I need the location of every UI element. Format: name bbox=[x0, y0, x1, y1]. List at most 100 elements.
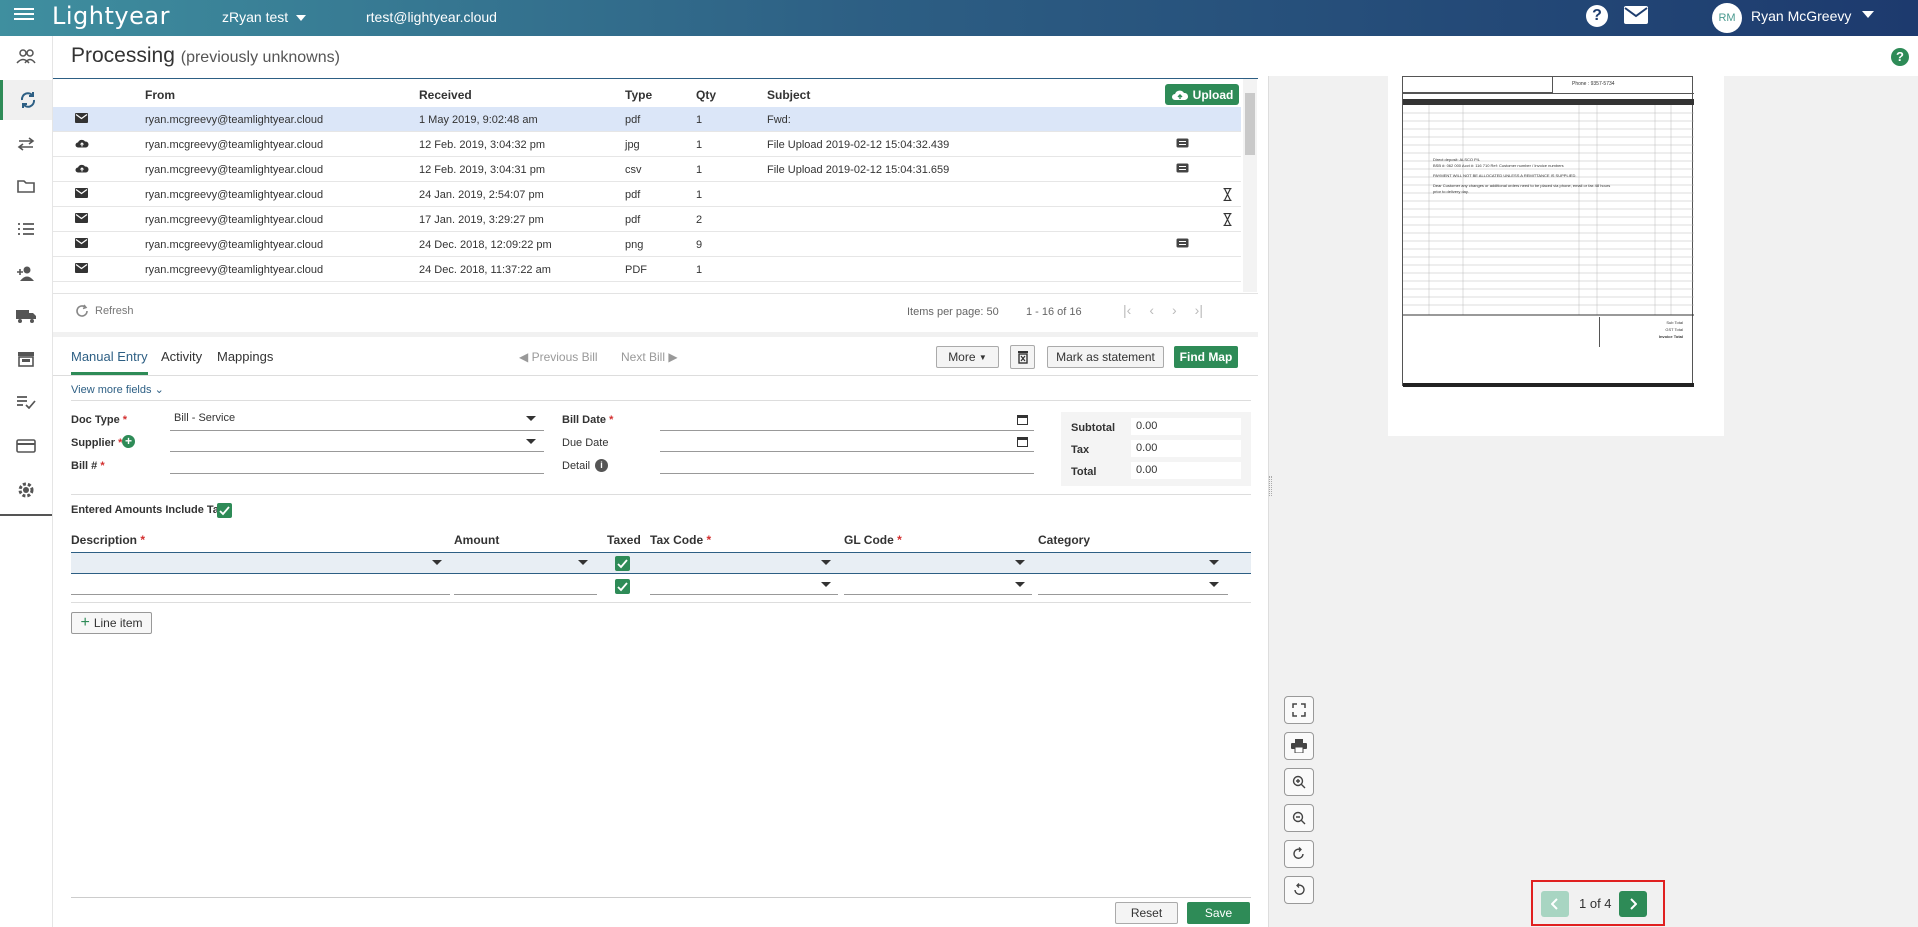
notes-icon[interactable] bbox=[1176, 238, 1189, 251]
list-icon[interactable] bbox=[0, 209, 52, 249]
zoom-out-button[interactable] bbox=[1284, 804, 1314, 832]
detail-input[interactable] bbox=[660, 473, 1034, 474]
next-page-button[interactable] bbox=[1619, 891, 1647, 917]
table-row[interactable]: ryan.mcgreevy@teamlightyear.cloud 24 Dec.… bbox=[53, 257, 1241, 282]
contacts-icon[interactable] bbox=[0, 36, 52, 76]
save-button[interactable]: Save bbox=[1187, 902, 1250, 924]
hourglass-icon[interactable] bbox=[1223, 212, 1232, 229]
notes-icon[interactable] bbox=[1176, 138, 1189, 151]
bill-date-input[interactable] bbox=[660, 430, 1034, 431]
chevron-down-icon[interactable] bbox=[1209, 560, 1219, 565]
document-page[interactable]: Phone : 9357-5734 Direct deposit: ALSCO … bbox=[1388, 76, 1724, 436]
logo[interactable]: Lightyear bbox=[52, 2, 170, 30]
chevron-down-icon[interactable] bbox=[526, 416, 536, 421]
more-button[interactable]: More ▼ bbox=[936, 346, 999, 368]
chevron-down-icon[interactable] bbox=[578, 560, 588, 565]
chevron-down-icon[interactable] bbox=[1209, 582, 1219, 587]
table-row[interactable]: ryan.mcgreevy@teamlightyear.cloud 17 Jan.… bbox=[53, 207, 1241, 232]
chevron-down-icon[interactable] bbox=[526, 439, 536, 444]
mark-as-statement-button[interactable]: Mark as statement bbox=[1047, 346, 1164, 368]
notes-icon[interactable] bbox=[1176, 163, 1189, 176]
category-select[interactable] bbox=[1038, 594, 1228, 595]
amount-input[interactable] bbox=[454, 594, 597, 595]
chevron-down-icon[interactable] bbox=[821, 582, 831, 587]
doc-type-select[interactable]: Bill - Service bbox=[174, 412, 235, 424]
approve-list-icon[interactable] bbox=[0, 382, 52, 422]
tax-value[interactable]: 0.00 bbox=[1131, 440, 1241, 457]
processing-icon[interactable] bbox=[0, 80, 52, 120]
last-page-icon[interactable]: ›| bbox=[1195, 302, 1203, 318]
chevron-down-icon[interactable] bbox=[1015, 560, 1025, 565]
user-name[interactable]: Ryan McGreevy bbox=[1751, 8, 1851, 24]
refresh-button[interactable]: Refresh bbox=[75, 304, 134, 318]
truck-icon[interactable] bbox=[0, 296, 52, 336]
hourglass-icon[interactable] bbox=[1223, 187, 1232, 204]
chevron-down-icon[interactable] bbox=[432, 560, 442, 565]
reset-button[interactable]: Reset bbox=[1115, 902, 1178, 924]
card-icon[interactable] bbox=[0, 426, 52, 466]
settings-icon[interactable] bbox=[0, 470, 52, 510]
calendar-icon[interactable] bbox=[1017, 436, 1028, 450]
prev-page-icon[interactable]: ‹ bbox=[1149, 302, 1154, 318]
print-button[interactable] bbox=[1284, 732, 1314, 760]
help-icon[interactable]: ? bbox=[1891, 48, 1909, 66]
upload-button[interactable]: Upload bbox=[1165, 84, 1239, 105]
table-row[interactable]: ryan.mcgreevy@teamlightyear.cloud 12 Feb.… bbox=[53, 157, 1241, 182]
due-date-input[interactable] bbox=[660, 451, 1034, 452]
include-tax-checkbox[interactable] bbox=[217, 503, 232, 518]
col-type[interactable]: Type bbox=[625, 88, 652, 102]
first-page-icon[interactable]: |‹ bbox=[1123, 302, 1131, 318]
fullscreen-button[interactable] bbox=[1284, 696, 1314, 724]
supplier-input[interactable] bbox=[170, 451, 544, 452]
mail-icon[interactable] bbox=[1624, 6, 1648, 24]
folder-icon[interactable] bbox=[0, 166, 52, 206]
table-row[interactable]: ryan.mcgreevy@teamlightyear.cloud 12 Feb.… bbox=[53, 132, 1241, 157]
store-icon[interactable] bbox=[0, 339, 52, 379]
panel-resize-handle[interactable] bbox=[1269, 476, 1272, 496]
chevron-down-icon[interactable] bbox=[1015, 582, 1025, 587]
taxed-checkbox[interactable] bbox=[615, 556, 630, 571]
rotate-left-button[interactable] bbox=[1284, 876, 1314, 904]
gl-code-select[interactable] bbox=[844, 594, 1032, 595]
chevron-down-icon[interactable] bbox=[1862, 11, 1874, 18]
chevron-down-icon[interactable] bbox=[821, 560, 831, 565]
tab-activity[interactable]: Activity bbox=[161, 349, 202, 364]
next-page-icon[interactable]: › bbox=[1172, 302, 1177, 318]
view-more-fields-link[interactable]: View more fields ⌄ bbox=[71, 383, 164, 396]
tab-manual-entry[interactable]: Manual Entry bbox=[71, 349, 148, 375]
col-subject[interactable]: Subject bbox=[767, 88, 810, 102]
taxed-checkbox[interactable] bbox=[615, 579, 630, 594]
scrollbar-thumb[interactable] bbox=[1245, 93, 1255, 155]
transfers-icon[interactable] bbox=[0, 124, 52, 164]
org-selector[interactable]: zRyan test bbox=[222, 9, 307, 25]
tax-code-select[interactable] bbox=[650, 594, 838, 595]
rotate-right-button[interactable] bbox=[1284, 840, 1314, 868]
next-bill-button[interactable]: Next Bill ▶︎ bbox=[621, 350, 678, 364]
find-map-button[interactable]: Find Map bbox=[1174, 346, 1238, 368]
col-from[interactable]: From bbox=[145, 88, 175, 102]
table-scrollbar[interactable] bbox=[1243, 79, 1257, 292]
table-row[interactable]: ryan.mcgreevy@teamlightyear.cloud 24 Jan.… bbox=[53, 182, 1241, 207]
add-user-icon[interactable] bbox=[0, 253, 52, 293]
description-input[interactable] bbox=[71, 594, 450, 595]
table-row[interactable]: ryan.mcgreevy@teamlightyear.cloud 24 Dec.… bbox=[53, 232, 1241, 257]
avatar[interactable]: RM bbox=[1712, 3, 1742, 33]
delete-button[interactable] bbox=[1010, 345, 1035, 369]
tab-mappings[interactable]: Mappings bbox=[217, 349, 273, 364]
info-icon[interactable]: i bbox=[595, 459, 608, 472]
resize-handle[interactable] bbox=[53, 332, 1258, 337]
menu-icon[interactable] bbox=[14, 5, 34, 25]
rotate-left-icon bbox=[1294, 883, 1305, 895]
col-received[interactable]: Received bbox=[419, 88, 472, 102]
add-supplier-icon[interactable]: + bbox=[122, 435, 135, 448]
items-per-page[interactable]: Items per page: 50 bbox=[907, 306, 999, 318]
previous-bill-button[interactable]: ◀︎ Previous Bill bbox=[519, 350, 598, 364]
col-qty[interactable]: Qty bbox=[696, 88, 716, 102]
calendar-icon[interactable] bbox=[1017, 414, 1028, 428]
zoom-in-button[interactable] bbox=[1284, 768, 1314, 796]
add-line-item-button[interactable]: + Line item bbox=[71, 612, 152, 634]
bill-number-input[interactable] bbox=[170, 473, 544, 474]
previous-page-button[interactable] bbox=[1541, 891, 1569, 917]
help-icon[interactable]: ? bbox=[1586, 5, 1608, 27]
table-row[interactable]: ryan.mcgreevy@teamlightyear.cloud 1 May 2… bbox=[53, 107, 1241, 132]
